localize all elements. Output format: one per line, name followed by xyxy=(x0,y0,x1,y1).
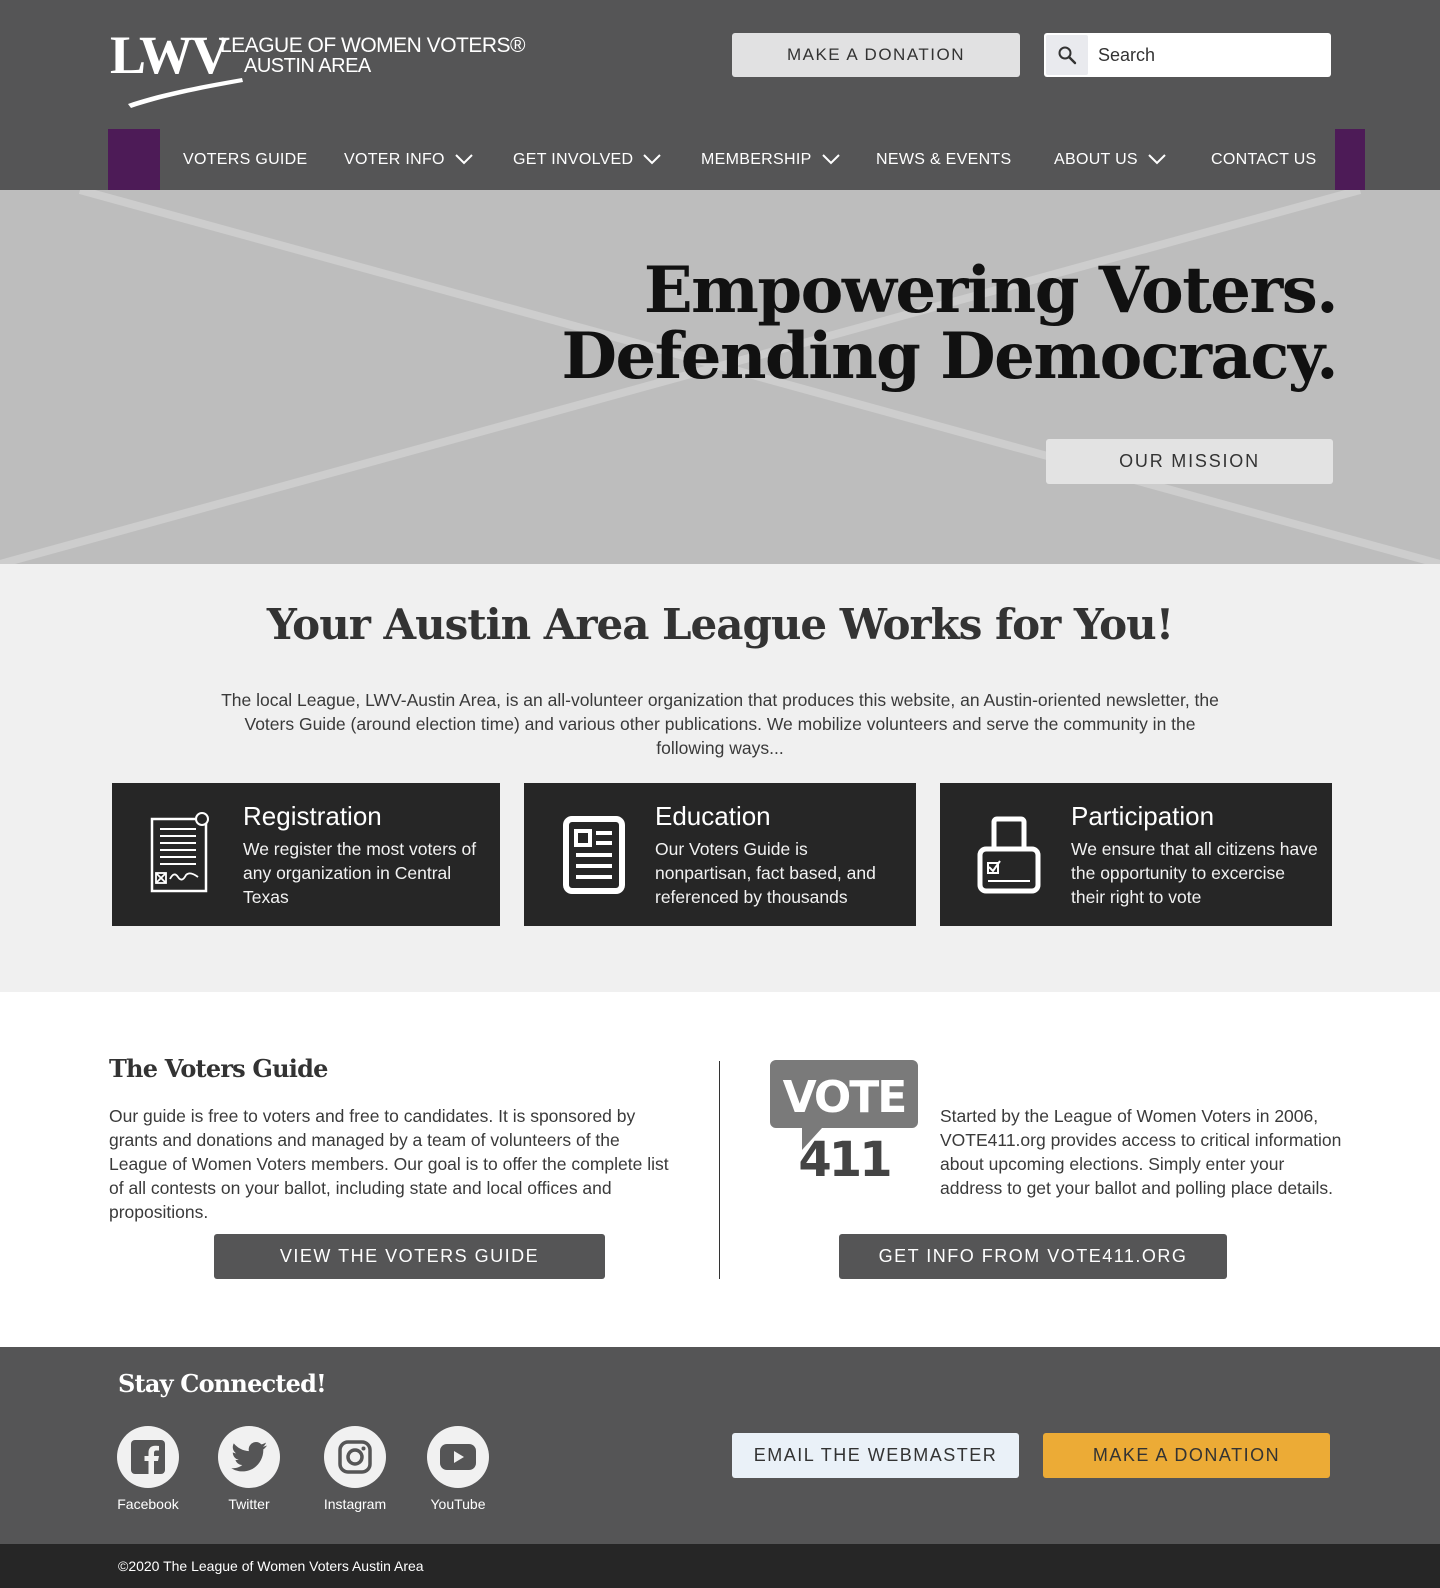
search-box[interactable] xyxy=(1044,33,1331,77)
site-header: LWV LEAGUE OF WOMEN VOTERS® AUSTIN AREA … xyxy=(0,0,1440,190)
view-voters-guide-button[interactable]: VIEW THE VOTERS GUIDE xyxy=(214,1234,605,1279)
nav-item-contact-us[interactable]: CONTACT US xyxy=(1211,129,1317,190)
voters-guide-text: Our guide is free to voters and free to … xyxy=(109,1106,669,1222)
registration-form-icon xyxy=(150,812,209,893)
card-education[interactable]: Education Our Voters Guide is nonpartisa… xyxy=(524,783,916,926)
lwv-logo[interactable]: LWV LEAGUE OF WOMEN VOTERS® AUSTIN AREA xyxy=(110,28,530,108)
donate-button-footer[interactable]: MAKE A DONATION xyxy=(1043,1433,1330,1478)
works-section: Your Austin Area League Works for You! T… xyxy=(0,564,1440,992)
nav-accent-right xyxy=(1335,129,1365,190)
vote411-logo-bottom: 411 xyxy=(798,1132,890,1180)
chevron-down-icon xyxy=(643,154,662,165)
nav-item-label: NEWS & EVENTS xyxy=(876,150,1012,168)
social-link-twitter[interactable]: Twitter xyxy=(209,1426,289,1512)
vote411-text: Started by the League of Women Voters in… xyxy=(940,1106,1342,1198)
search-input[interactable] xyxy=(1088,44,1318,66)
chevron-down-icon xyxy=(455,154,473,165)
social-link-instagram[interactable]: Instagram xyxy=(315,1426,395,1512)
youtube-icon xyxy=(427,1426,489,1488)
nav-item-voters-guide[interactable]: VOTERS GUIDE xyxy=(183,129,308,190)
hero-title-line2: Defending Democracy. xyxy=(561,319,1339,394)
vote411-button[interactable]: GET INFO FROM VOTE411.ORG xyxy=(839,1234,1227,1279)
copyright-text: ©2020 The League of Women Voters Austin … xyxy=(118,1558,424,1574)
stay-connected-title: Stay Connected! xyxy=(118,1369,327,1398)
nav-item-voter-info[interactable]: VOTER INFO xyxy=(344,129,473,190)
copyright-bar: ©2020 The League of Women Voters Austin … xyxy=(0,1544,1440,1588)
nav-item-label: MEMBERSHIP xyxy=(701,150,812,168)
nav-item-news-events[interactable]: NEWS & EVENTS xyxy=(876,129,1011,190)
twitter-icon xyxy=(218,1426,280,1488)
logo-line2: AUSTIN AREA xyxy=(244,55,371,77)
vote411-logo-top: VOTE xyxy=(783,1072,906,1123)
nav-item-label: GET INVOLVED xyxy=(513,150,634,168)
social-label: YouTube xyxy=(430,1496,486,1512)
social-label: Instagram xyxy=(323,1496,387,1512)
site-footer: Stay Connected! Facebook Twitter Instagr… xyxy=(0,1347,1440,1544)
main-nav: VOTERS GUIDE VOTER INFO GET INVOLVED MEM… xyxy=(108,129,1365,190)
card-title: Education xyxy=(655,801,771,831)
donate-button-header[interactable]: MAKE A DONATION xyxy=(732,33,1020,77)
nav-item-label: ABOUT US xyxy=(1054,150,1138,168)
section-divider xyxy=(719,1061,720,1279)
hero-banner: Empowering Voters. Defending Democracy. … xyxy=(0,190,1440,564)
nav-item-get-involved[interactable]: GET INVOLVED xyxy=(513,129,662,190)
nav-item-label: VOTERS GUIDE xyxy=(183,150,308,168)
voters-guide-section: The Voters Guide Our guide is free to vo… xyxy=(0,992,1440,1347)
chevron-down-icon xyxy=(1148,154,1166,165)
nav-accent-left xyxy=(108,129,160,190)
voters-guide-title: The Voters Guide xyxy=(109,1054,328,1083)
social-label: Facebook xyxy=(117,1496,179,1512)
hero-title: Empowering Voters. Defending Democracy. xyxy=(561,253,1339,394)
section-intro: The local League, LWV-Austin Area, is an… xyxy=(221,690,1219,758)
social-label: Twitter xyxy=(228,1496,270,1512)
card-registration[interactable]: Registration We register the most voters… xyxy=(112,783,500,926)
nav-item-label: CONTACT US xyxy=(1211,150,1317,168)
card-title: Registration xyxy=(243,801,382,831)
nav-item-label: VOTER INFO xyxy=(344,150,445,168)
our-mission-button[interactable]: OUR MISSION xyxy=(1046,439,1333,484)
card-title: Participation xyxy=(1071,801,1215,831)
nav-item-membership[interactable]: MEMBERSHIP xyxy=(701,129,840,190)
chevron-down-icon xyxy=(821,154,840,165)
newspaper-icon xyxy=(563,816,625,894)
social-link-youtube[interactable]: YouTube xyxy=(418,1426,498,1512)
email-webmaster-button[interactable]: EMAIL THE WEBMASTER xyxy=(732,1433,1019,1478)
section-title: Your Austin Area League Works for You! xyxy=(266,600,1174,649)
logo-swoosh-icon xyxy=(128,78,243,108)
search-icon[interactable] xyxy=(1046,35,1088,75)
ballot-box-icon xyxy=(977,816,1041,894)
hero-title-line1: Empowering Voters. xyxy=(643,253,1339,328)
social-link-facebook[interactable]: Facebook xyxy=(108,1426,188,1512)
card-participation[interactable]: Participation We ensure that all citizen… xyxy=(940,783,1332,926)
facebook-icon xyxy=(117,1426,179,1488)
nav-item-about-us[interactable]: ABOUT US xyxy=(1054,129,1166,190)
card-text: Our Voters Guide is nonpartisan, fact ba… xyxy=(655,839,876,907)
card-text: We ensure that all citizens have the opp… xyxy=(1071,839,1318,907)
card-text: We register the most voters of any organ… xyxy=(243,839,477,907)
vote411-logo[interactable]: VOTE 411 xyxy=(770,1060,918,1180)
instagram-icon xyxy=(324,1426,386,1488)
